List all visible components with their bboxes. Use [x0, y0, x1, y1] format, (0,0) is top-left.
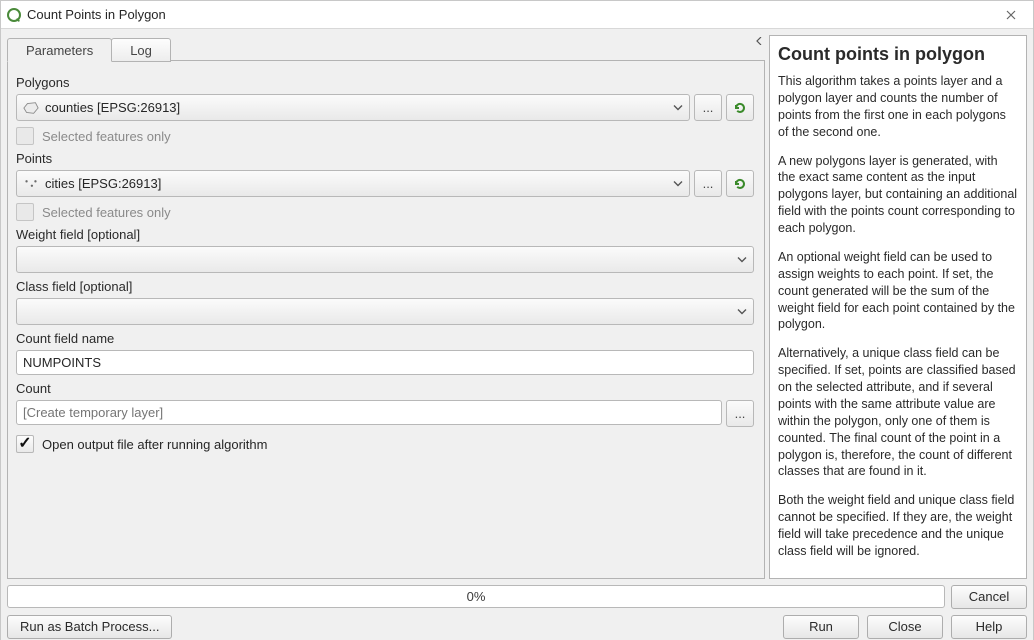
weight-field-label: Weight field [optional]	[16, 227, 754, 242]
points-selected-only-label: Selected features only	[42, 205, 171, 220]
dialog-window: Count Points in Polygon Parameters Log	[0, 0, 1034, 640]
points-selected-only-checkbox[interactable]	[16, 203, 34, 221]
chevron-down-icon	[673, 176, 683, 191]
window-title: Count Points in Polygon	[27, 7, 166, 22]
open-output-checkbox[interactable]: ✓	[16, 435, 34, 453]
polygons-selected-only-checkbox[interactable]	[16, 127, 34, 145]
points-label: Points	[16, 151, 754, 166]
tab-log-label: Log	[130, 43, 152, 58]
cancel-button[interactable]: Cancel	[951, 585, 1027, 609]
polygons-browse-button[interactable]: ...	[694, 94, 722, 121]
checkmark-icon: ✓	[18, 436, 31, 452]
parameters-panel: Polygons counties [EPSG:26913] ...	[7, 61, 765, 579]
point-layer-icon	[23, 177, 39, 191]
help-title: Count points in polygon	[778, 44, 1018, 65]
polygon-layer-icon	[23, 101, 39, 115]
footer: 0% Cancel Run as Batch Process... Run Cl…	[7, 585, 1027, 639]
dialog-body: Parameters Log Polygons	[1, 29, 1033, 640]
tab-parameters[interactable]: Parameters	[7, 38, 112, 62]
chevron-left-icon	[755, 37, 763, 45]
ellipsis-icon: ...	[703, 100, 714, 115]
iterate-icon	[732, 176, 748, 192]
class-field-select[interactable]	[16, 298, 754, 325]
points-iterate-button[interactable]	[726, 170, 754, 197]
help-panel: Count points in polygon This algorithm t…	[769, 35, 1027, 579]
chevron-down-icon	[737, 304, 747, 319]
close-icon	[1006, 10, 1016, 20]
class-field-label: Class field [optional]	[16, 279, 754, 294]
count-output-label: Count	[16, 381, 754, 396]
points-layer-value: cities [EPSG:26913]	[45, 176, 161, 191]
titlebar: Count Points in Polygon	[1, 1, 1033, 29]
chevron-down-icon	[673, 100, 683, 115]
tabstrip: Parameters Log	[7, 37, 765, 61]
polygons-selected-only-label: Selected features only	[42, 129, 171, 144]
run-batch-button[interactable]: Run as Batch Process...	[7, 615, 172, 639]
run-button[interactable]: Run	[783, 615, 859, 639]
help-paragraph: Both the weight field and unique class f…	[778, 492, 1018, 560]
polygons-layer-value: counties [EPSG:26913]	[45, 100, 180, 115]
count-output-input[interactable]	[16, 400, 722, 425]
tab-parameters-label: Parameters	[26, 43, 93, 58]
polygons-iterate-button[interactable]	[726, 94, 754, 121]
weight-field-select[interactable]	[16, 246, 754, 273]
window-close-button[interactable]	[988, 1, 1033, 29]
open-output-label: Open output file after running algorithm	[42, 437, 267, 452]
help-button[interactable]: Help	[951, 615, 1027, 639]
polygons-label: Polygons	[16, 75, 754, 90]
count-field-name-input[interactable]	[16, 350, 754, 375]
polygons-layer-select[interactable]: counties [EPSG:26913]	[16, 94, 690, 121]
count-output-browse-button[interactable]: ...	[726, 400, 754, 427]
close-button[interactable]: Close	[867, 615, 943, 639]
count-field-name-label: Count field name	[16, 331, 754, 346]
help-paragraph: This algorithm takes a points layer and …	[778, 73, 1018, 141]
left-panel: Parameters Log Polygons	[7, 35, 765, 579]
points-browse-button[interactable]: ...	[694, 170, 722, 197]
chevron-down-icon	[737, 252, 747, 267]
ellipsis-icon: ...	[735, 406, 746, 421]
help-paragraph: An optional weight field can be used to …	[778, 249, 1018, 333]
tab-log[interactable]: Log	[111, 38, 171, 62]
ellipsis-icon: ...	[703, 176, 714, 191]
help-paragraph: A new polygons layer is generated, with …	[778, 153, 1018, 237]
panel-collapse-handle[interactable]	[755, 37, 765, 61]
qgis-icon	[7, 8, 21, 22]
points-layer-select[interactable]: cities [EPSG:26913]	[16, 170, 690, 197]
help-paragraph: Alternatively, a unique class field can …	[778, 345, 1018, 480]
main-row: Parameters Log Polygons	[7, 35, 1027, 579]
progress-bar: 0%	[7, 585, 945, 608]
iterate-icon	[732, 100, 748, 116]
progress-text: 0%	[467, 589, 486, 604]
